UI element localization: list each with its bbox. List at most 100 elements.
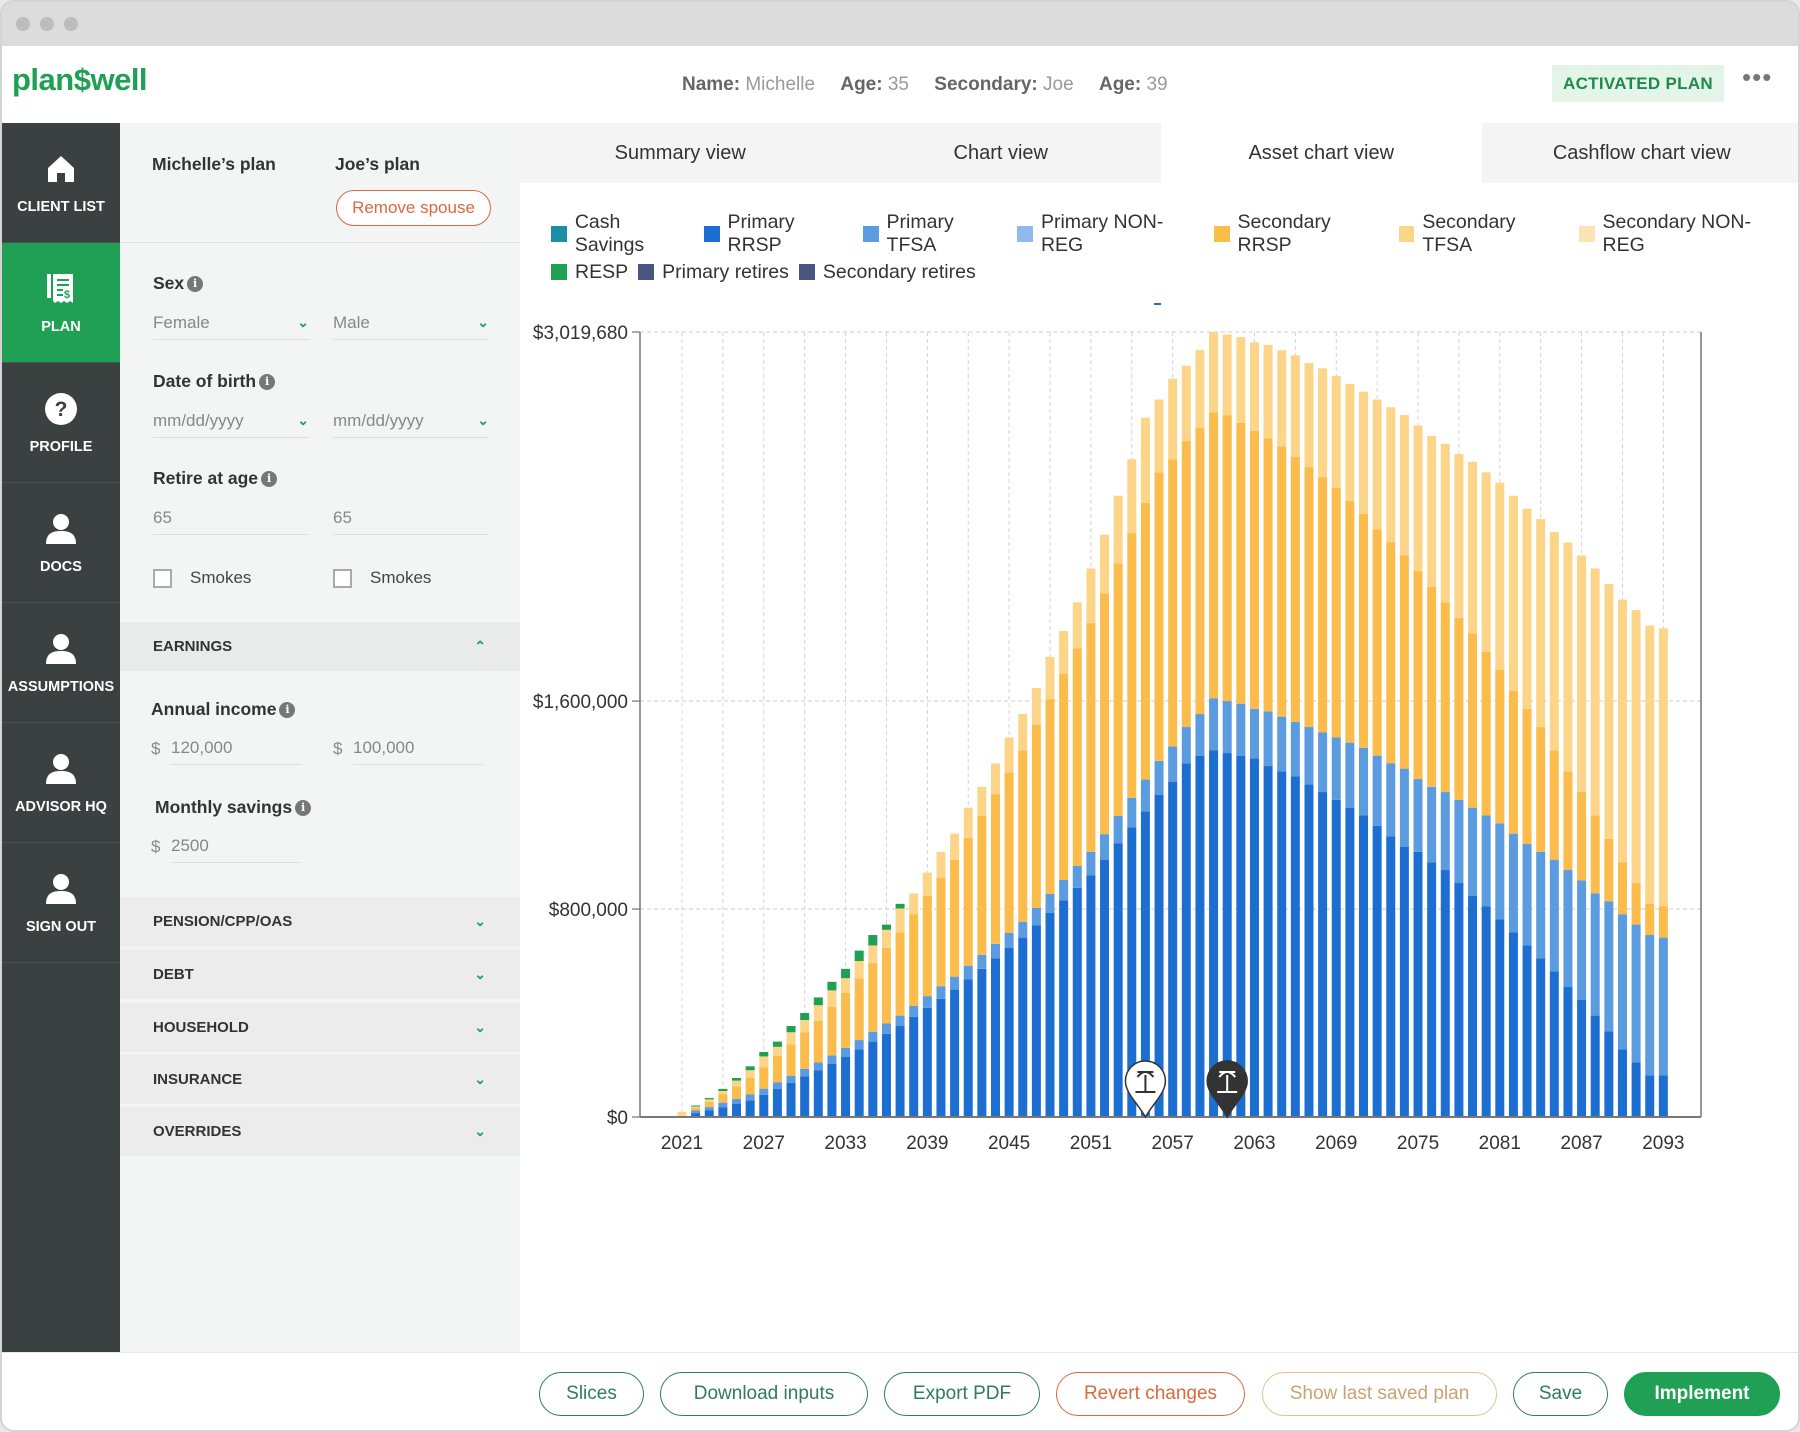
info-icon[interactable]: i [187, 275, 204, 292]
tab-cashflow-chart-view[interactable]: Cashflow chart view [1481, 123, 1798, 183]
window-close-dot[interactable] [16, 17, 30, 31]
retire-age-secondary-input[interactable]: 65 [333, 501, 489, 535]
bar-segment-primary-tfsa [1386, 763, 1396, 837]
download-inputs-button[interactable]: Download inputs [660, 1372, 868, 1416]
bar-segment-primary-rrsp [1072, 887, 1082, 1117]
primary-plan-tab[interactable]: Michelle’s plan [152, 154, 276, 175]
bar-segment-secondary-tfsa [1617, 599, 1627, 863]
bar-segment-secondary-rrsp [1563, 771, 1573, 871]
sidebar-item-assumptions[interactable]: ASSUMPTIONS [2, 603, 120, 723]
bar-segment-secondary-rrsp [1468, 633, 1478, 808]
sex-secondary-select[interactable]: Male ⌄ [333, 306, 489, 340]
annual-income-primary-input[interactable]: 120,000 [171, 731, 301, 765]
section-title: PENSION/CPP/OAS [153, 913, 293, 930]
export-pdf-button[interactable]: Export PDF [884, 1372, 1040, 1416]
bar-segment-secondary-rrsp [1495, 669, 1505, 824]
bar-segment-primary-tfsa [1100, 834, 1110, 860]
bar-segment-secondary-rrsp [1249, 430, 1259, 709]
info-icon[interactable]: i [259, 373, 276, 390]
bar-segment-secondary-tfsa [718, 1091, 728, 1095]
smokes-primary-checkbox[interactable]: Smokes [153, 568, 251, 588]
bar-segment-primary-rrsp [732, 1104, 742, 1117]
earnings-section-header[interactable]: EARNINGS ⌃ [120, 622, 520, 671]
income-primary-value: 120,000 [171, 737, 233, 757]
bar-segment-primary-tfsa [1045, 893, 1055, 913]
chevron-down-icon: ⌄ [474, 1019, 486, 1035]
tab-chart-view[interactable]: Chart view [840, 123, 1161, 183]
sidebar-item-docs[interactable]: DOCS [2, 483, 120, 603]
bar-segment-secondary-rrsp [950, 859, 960, 977]
bar-segment-primary-rrsp [1331, 799, 1341, 1117]
bar-segment-primary-tfsa [759, 1088, 769, 1095]
sidebar-item-plan[interactable]: $ PLAN [2, 243, 120, 363]
sidebar-item-advisor-hq[interactable]: ADVISOR HQ [2, 723, 120, 843]
client-age: 35 [887, 74, 909, 95]
retire-age-primary-input[interactable]: 65 [153, 501, 309, 535]
dob-primary-field[interactable]: mm/dd/yyyy ⌄ [153, 404, 309, 438]
bar-segment-primary-rrsp [786, 1082, 796, 1117]
bar-segment-resp [813, 997, 823, 1006]
smokes-label: Smokes [190, 568, 252, 587]
info-icon[interactable]: i [279, 701, 296, 718]
bar-segment-primary-tfsa [732, 1098, 742, 1105]
checkbox-icon[interactable] [153, 568, 172, 588]
bar-segment-secondary-tfsa [1018, 714, 1028, 751]
bar-segment-primary-tfsa [1018, 922, 1028, 938]
section-insurance[interactable]: INSURANCE ⌄ [120, 1055, 520, 1104]
smokes-secondary-checkbox[interactable]: Smokes [333, 568, 431, 588]
bar-segment-primary-tfsa [854, 1040, 864, 1050]
bar-segment-secondary-rrsp [827, 1007, 837, 1056]
window-minimize-dot[interactable] [40, 17, 54, 31]
monthly-savings-input[interactable]: 2500 [171, 829, 301, 863]
bar-segment-secondary-tfsa [841, 978, 851, 993]
remove-spouse-button[interactable]: Remove spouse [336, 190, 491, 226]
tab-asset-chart-view[interactable]: Asset chart view [1161, 123, 1482, 183]
bar-segment-primary-rrsp [1004, 948, 1014, 1117]
y-tick-label: $0 [607, 1108, 628, 1129]
sidebar-item-sign-out[interactable]: SIGN OUT [2, 843, 120, 963]
sidebar-item-client-list[interactable]: CLIENT LIST [2, 123, 120, 243]
info-icon[interactable]: i [295, 799, 312, 816]
bar-segment-secondary-tfsa [691, 1106, 701, 1108]
bar-segment-secondary-tfsa [950, 833, 960, 860]
logo[interactable]: plan$well [12, 62, 148, 98]
section-overrides[interactable]: OVERRIDES ⌄ [120, 1107, 520, 1156]
section-pension[interactable]: PENSION/CPP/OAS ⌄ [120, 897, 520, 946]
secondary-plan-tab[interactable]: Joe’s plan [335, 154, 420, 175]
bar-segment-primary-tfsa [1263, 711, 1273, 767]
savings-value: 2500 [171, 835, 209, 855]
bar-segment-primary-tfsa [1413, 779, 1423, 852]
bar-segment-secondary-tfsa [1004, 737, 1014, 773]
sex-primary-select[interactable]: Female ⌄ [153, 306, 309, 340]
tab-summary-view[interactable]: Summary view [520, 123, 841, 183]
bar-segment-secondary-tfsa [786, 1032, 796, 1045]
implement-button[interactable]: Implement [1624, 1372, 1780, 1416]
bar-segment-secondary-rrsp [718, 1094, 728, 1103]
bar-segment-primary-tfsa [1181, 727, 1191, 764]
show-last-saved-plan-button[interactable]: Show last saved plan [1262, 1372, 1497, 1416]
bar-segment-primary-rrsp [1359, 815, 1368, 1117]
dob-secondary-field[interactable]: mm/dd/yyyy ⌄ [333, 404, 489, 438]
x-tick-label: 2075 [1397, 1133, 1439, 1154]
bar-segment-primary-tfsa [1468, 807, 1478, 897]
more-options-icon[interactable]: ••• [1742, 62, 1772, 93]
bar-segment-primary-tfsa [1577, 880, 1587, 1001]
slices-button[interactable]: Slices [539, 1372, 644, 1416]
main-content: Summary view Chart view Asset chart view… [520, 123, 1798, 1352]
bar-segment-primary-rrsp [1658, 1075, 1668, 1117]
bar-segment-secondary-tfsa [1495, 482, 1505, 670]
bar-segment-secondary-tfsa [1031, 688, 1041, 725]
annual-income-secondary-input[interactable]: 100,000 [353, 731, 483, 765]
window-maximize-dot[interactable] [64, 17, 78, 31]
bar-segment-primary-tfsa [1059, 879, 1069, 901]
revert-changes-button[interactable]: Revert changes [1056, 1372, 1245, 1416]
checkbox-icon[interactable] [333, 568, 352, 588]
bar-segment-secondary-tfsa [800, 1020, 810, 1033]
save-button[interactable]: Save [1513, 1372, 1608, 1416]
info-icon[interactable]: i [261, 470, 278, 487]
section-debt[interactable]: DEBT ⌄ [120, 950, 520, 999]
sidebar-item-profile[interactable]: ? PROFILE [2, 363, 120, 483]
section-title: OVERRIDES [153, 1123, 242, 1140]
section-household[interactable]: HOUSEHOLD ⌄ [120, 1003, 520, 1052]
bar-segment-primary-rrsp [1413, 851, 1423, 1117]
